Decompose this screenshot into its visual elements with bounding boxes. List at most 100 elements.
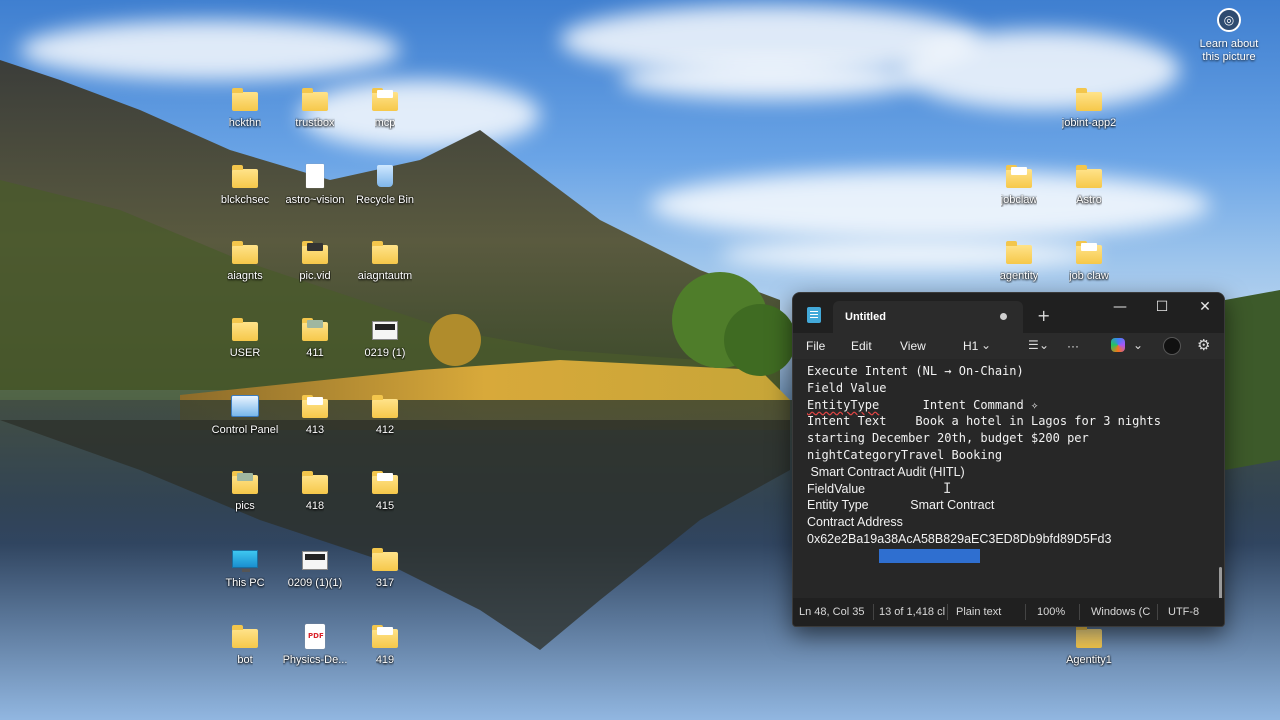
text-line: starting December 20th, budget $200 per <box>807 431 1089 446</box>
folder-icon <box>1005 240 1033 266</box>
desktop-icon[interactable]: 317 <box>346 545 424 609</box>
desktop-icon-label: trustbox <box>295 117 335 129</box>
list-format-icon[interactable]: ☰ <box>1028 338 1039 352</box>
desktop-icon[interactable]: 412 <box>346 392 424 456</box>
desktop-icon[interactable]: 0219 (1) <box>346 315 424 379</box>
desktop-icon[interactable]: jobclaw <box>980 162 1058 226</box>
gear-icon[interactable]: ⚙ <box>1197 336 1210 354</box>
desktop-icon[interactable]: 419 <box>346 622 424 686</box>
desktop-icon[interactable]: astro~vision <box>276 162 354 226</box>
zoom-level[interactable]: 100% <box>1037 606 1065 618</box>
text-line: Field Value <box>807 380 887 395</box>
desktop-icon-label: 317 <box>375 577 395 589</box>
menu-edit[interactable]: Edit <box>851 339 872 353</box>
desktop-icon[interactable]: Recycle Bin <box>346 162 424 226</box>
desktop-icon[interactable]: aiagntautm <box>346 238 424 302</box>
desktop-icon[interactable]: PDF Physics-De... <box>276 622 354 686</box>
title-bar[interactable]: Untitled + — ☐ ✕ <box>793 293 1224 333</box>
folder-icon <box>301 240 329 266</box>
close-button[interactable]: ✕ <box>1190 299 1220 315</box>
menu-file[interactable]: File <box>806 339 825 353</box>
text-line-partial <box>807 548 1212 565</box>
desktop-icon-label: bot <box>237 654 253 666</box>
desktop-icon[interactable]: pics <box>206 468 284 532</box>
avatar[interactable] <box>1163 337 1181 355</box>
folder-icon <box>371 240 399 266</box>
learn-about-picture[interactable]: ◎ Learn about this picture <box>1192 8 1266 64</box>
desktop-icon-label: Control Panel <box>211 424 279 436</box>
desktop-icon-label: blckchsec <box>220 194 270 206</box>
maximize-button[interactable]: ☐ <box>1147 299 1177 315</box>
copilot-icon[interactable] <box>1111 338 1125 352</box>
desktop-icon[interactable]: 415 <box>346 468 424 532</box>
line-ending[interactable]: Windows (C <box>1091 606 1150 618</box>
desktop-icon[interactable]: blckchsec <box>206 162 284 226</box>
desktop-icon-label: Agentity1 <box>1066 654 1112 666</box>
cursor-position[interactable]: Ln 48, Col 35 <box>799 606 864 618</box>
notepad-window[interactable]: Untitled + — ☐ ✕ File Edit View H1 ⌄ ☰ ⌄… <box>792 292 1225 627</box>
folder-icon <box>371 547 399 573</box>
folder-icon <box>301 87 329 113</box>
misspelled-word[interactable]: EntityType <box>807 398 879 412</box>
folder-icon <box>231 240 259 266</box>
minimize-button[interactable]: — <box>1105 299 1135 315</box>
desktop-icon-label: 418 <box>305 500 325 512</box>
folder-icon <box>1075 164 1103 190</box>
folder-icon <box>231 624 259 650</box>
text-line: Entity Type Smart Contract <box>807 498 995 513</box>
desktop-icon[interactable]: trustbox <box>276 85 354 149</box>
desktop-icon-label: astro~vision <box>285 194 345 206</box>
desktop-icon-label: 412 <box>375 424 395 436</box>
folder-icon <box>301 317 329 343</box>
character-count: 13 of 1,418 cl <box>879 606 946 618</box>
menu-view[interactable]: View <box>900 339 926 353</box>
folder-icon <box>301 394 329 420</box>
tab-title: Untitled <box>845 311 886 323</box>
folder-icon <box>231 164 259 190</box>
desktop-icon[interactable]: Agentity1 <box>1050 622 1128 686</box>
text-selection[interactable] <box>879 548 981 563</box>
more-options-button[interactable]: ··· <box>1067 339 1079 353</box>
desktop-icon[interactable]: Control Panel <box>206 392 284 456</box>
desktop-icon-label: aiagntautm <box>357 270 413 282</box>
folder-icon <box>371 624 399 650</box>
text-line: FieldValue <box>807 481 866 496</box>
text-editor[interactable]: Execute Intent (NL → On-Chain) Field Val… <box>793 359 1224 599</box>
encoding[interactable]: UTF-8 <box>1168 606 1199 618</box>
desktop-icon[interactable]: USER <box>206 315 284 379</box>
vertical-scrollbar[interactable] <box>1219 567 1222 599</box>
unsaved-dot-icon <box>1000 313 1007 320</box>
control-panel-icon <box>231 394 259 420</box>
desktop-icon[interactable]: hckthn <box>206 85 284 149</box>
chevron-down-icon: ⌄ <box>1133 338 1144 352</box>
desktop-icon[interactable]: 413 <box>276 392 354 456</box>
desktop-icon-label: jobint-app2 <box>1061 117 1117 129</box>
desktop-icon-label: agentity <box>999 270 1039 282</box>
computer-icon <box>231 547 259 573</box>
new-tab-button[interactable]: + <box>1037 306 1050 325</box>
folder-icon <box>1075 87 1103 113</box>
desktop-icon[interactable]: Astro <box>1050 162 1128 226</box>
desktop-icon-label: 0219 (1) <box>364 347 406 359</box>
text-format[interactable]: Plain text <box>956 606 1001 618</box>
desktop-icon[interactable]: 0209 (1)(1) <box>276 545 354 609</box>
heading-dropdown[interactable]: H1 <box>963 339 978 353</box>
tab-untitled[interactable]: Untitled <box>833 301 1023 333</box>
desktop-icon[interactable]: 418 <box>276 468 354 532</box>
desktop-icon-label: Physics-De... <box>282 654 348 666</box>
desktop-icon[interactable]: aiagnts <box>206 238 284 302</box>
folder-icon <box>231 470 259 496</box>
desktop-icon-label: USER <box>229 347 261 359</box>
desktop-icon-label: hckthn <box>228 117 262 129</box>
desktop-icon[interactable]: bot <box>206 622 284 686</box>
folder-icon <box>1005 164 1033 190</box>
desktop-icon[interactable]: This PC <box>206 545 284 609</box>
desktop-icon-label: 419 <box>375 654 395 666</box>
desktop-icon[interactable]: jobint-app2 <box>1050 85 1128 149</box>
folder-icon <box>371 87 399 113</box>
desktop-icon[interactable]: 411 <box>276 315 354 379</box>
desktop-icon[interactable]: pic.vid <box>276 238 354 302</box>
desktop-icon[interactable]: mcp <box>346 85 424 149</box>
desktop-icon-label: pic.vid <box>299 270 331 282</box>
desktop-icon-label: This PC <box>225 577 265 589</box>
